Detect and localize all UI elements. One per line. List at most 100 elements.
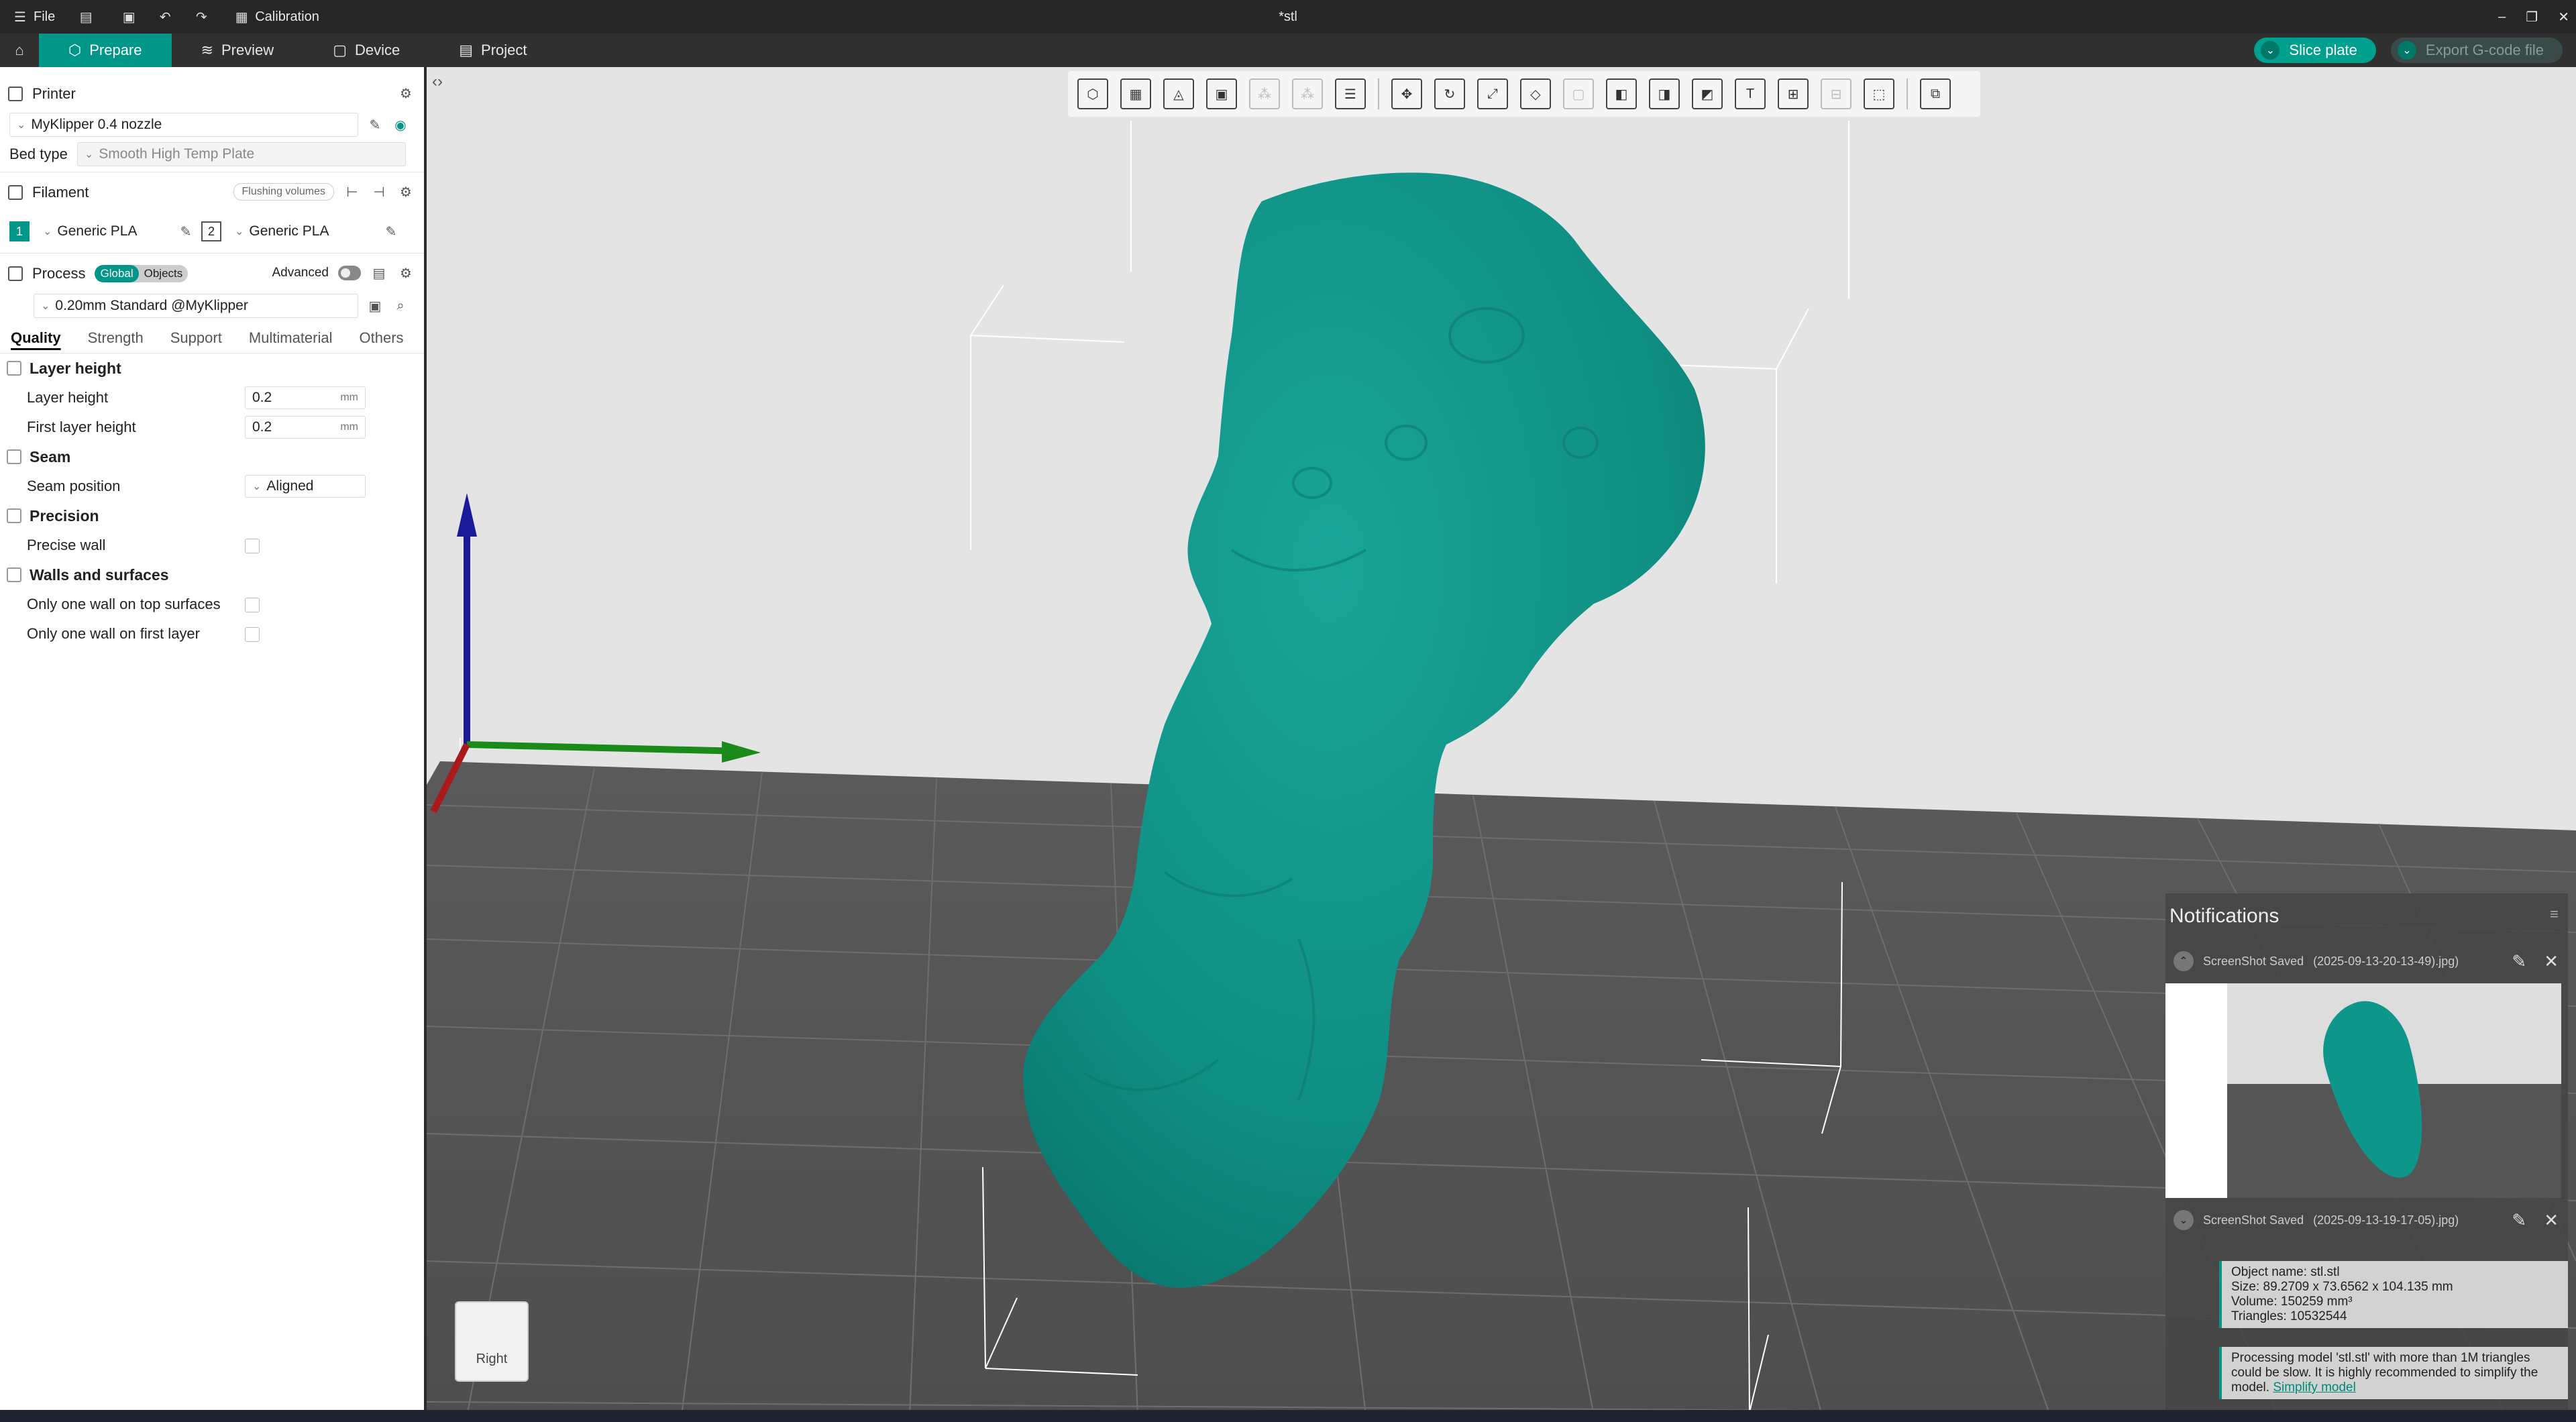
one-wall-top-checkbox[interactable] xyxy=(245,598,260,612)
menu-icon[interactable]: ≡ xyxy=(2550,906,2559,923)
toolbar-separator xyxy=(1378,78,1379,109)
save-button[interactable]: ▣ xyxy=(121,9,137,25)
seam-paint-icon[interactable]: ◩ xyxy=(1692,78,1723,109)
slice-plate-button[interactable]: ⌄ Slice plate xyxy=(2254,38,2376,63)
undo-button[interactable]: ↶ xyxy=(157,9,173,25)
edit-icon[interactable]: ✎ xyxy=(382,223,400,240)
split-parts-icon[interactable]: ⁂ xyxy=(1292,78,1323,109)
bounding-icon[interactable]: ⬚ xyxy=(1864,78,1894,109)
text-icon[interactable]: T xyxy=(1735,78,1766,109)
tab-preview[interactable]: ≋ Preview xyxy=(172,34,304,67)
split-objects-icon[interactable]: ⁂ xyxy=(1249,78,1280,109)
redo-button[interactable]: ↷ xyxy=(193,9,209,25)
tab-strength[interactable]: Strength xyxy=(88,329,144,347)
notification-item[interactable]: ⌄ ScreenShot Saved (2025-09-13-19-17-05)… xyxy=(2165,1198,2568,1242)
simplify-model-link[interactable]: Simplify model xyxy=(2273,1380,2356,1394)
copy-icon[interactable]: ▢ xyxy=(1563,78,1594,109)
tab-support[interactable]: Support xyxy=(170,329,222,347)
explode-icon[interactable]: ⧉ xyxy=(1920,78,1951,109)
assembly-icon[interactable]: ⊟ xyxy=(1821,78,1851,109)
export-gcode-label: Export G-code file xyxy=(2425,42,2544,58)
notification-item[interactable]: ⌃ ScreenShot Saved (2025-09-13-20-13-49)… xyxy=(2165,939,2568,983)
collapse-sidebar-icon[interactable]: ‹› xyxy=(432,72,443,91)
tab-prepare[interactable]: ⬡ Prepare xyxy=(39,34,172,67)
objects-option[interactable]: Objects xyxy=(139,265,189,282)
global-objects-toggle[interactable]: Global Objects xyxy=(95,265,189,282)
flushing-volumes-button[interactable]: Flushing volumes xyxy=(233,183,334,201)
add-filament-icon[interactable]: ⊢ xyxy=(343,183,361,201)
chevron-down-icon[interactable]: ⌄ xyxy=(2397,41,2416,60)
layers-icon[interactable]: ☰ xyxy=(1335,78,1366,109)
calibration-menu[interactable]: ▦ Calibration xyxy=(233,9,319,25)
edit-icon[interactable]: ✎ xyxy=(2512,951,2526,972)
measure-icon[interactable]: ⊞ xyxy=(1778,78,1809,109)
first-layer-height-input[interactable]: 0.2 mm xyxy=(245,416,366,439)
screenshot-thumbnail[interactable] xyxy=(2165,983,2561,1198)
cut-icon[interactable]: ◧ xyxy=(1606,78,1637,109)
filament-select-2[interactable]: ⌄ Generic PLA xyxy=(228,219,376,243)
undo-icon: ↶ xyxy=(159,9,171,25)
close-icon[interactable]: ✕ xyxy=(2544,1210,2559,1231)
global-option[interactable]: Global xyxy=(95,265,139,282)
support-paint-icon[interactable]: ◨ xyxy=(1649,78,1680,109)
chevron-down-icon[interactable]: ⌄ xyxy=(2174,1210,2194,1230)
arrange-icon[interactable]: ▣ xyxy=(1206,78,1237,109)
rotate-icon[interactable]: ↻ xyxy=(1434,78,1465,109)
compare-icon[interactable]: ▤ xyxy=(370,264,388,282)
edit-icon[interactable]: ✎ xyxy=(177,223,195,240)
edit-icon[interactable]: ✎ xyxy=(2512,1210,2526,1231)
view-cube[interactable]: Right xyxy=(455,1301,529,1382)
seam-position-row: Seam position ⌄ Aligned xyxy=(0,472,424,501)
export-gcode-button[interactable]: ⌄ Export G-code file xyxy=(2390,38,2563,63)
close-icon[interactable]: ✕ xyxy=(2544,951,2559,972)
notification-text: ScreenShot Saved xyxy=(2203,1213,2304,1227)
add-object-icon[interactable]: ⬡ xyxy=(1077,78,1108,109)
auto-orient-icon[interactable]: ◬ xyxy=(1163,78,1194,109)
tab-quality[interactable]: Quality xyxy=(11,329,61,347)
filament-slot-2[interactable]: 2 xyxy=(201,221,221,241)
object-info-notification: Object name: stl.stl Size: 89.2709 x 73.… xyxy=(2219,1261,2568,1328)
chevron-down-icon[interactable]: ⌄ xyxy=(2261,41,2280,60)
grid-icon[interactable]: ▦ xyxy=(1120,78,1151,109)
minimize-button[interactable]: – xyxy=(2498,9,2506,25)
file-menu[interactable]: ☰ File xyxy=(12,9,55,25)
layer-height-input[interactable]: 0.2 mm xyxy=(245,386,366,409)
chevron-down-icon: ⌄ xyxy=(17,119,26,131)
process-profile-select[interactable]: ⌄ 0.20mm Standard @MyKlipper xyxy=(34,294,358,318)
one-wall-top-label: Only one wall on top surfaces xyxy=(27,596,221,612)
settings-icon[interactable]: ⚙ xyxy=(397,264,415,282)
filament-slot-1[interactable]: 1 xyxy=(9,221,30,241)
seam-group-title: Seam xyxy=(30,447,71,466)
save-icon[interactable]: ▣ xyxy=(366,297,384,315)
tab-others[interactable]: Others xyxy=(360,329,404,347)
printer-select[interactable]: ⌄ MyKlipper 0.4 nozzle xyxy=(9,113,358,137)
maximize-button[interactable]: ❐ xyxy=(2526,9,2538,25)
settings-icon[interactable]: ⚙ xyxy=(397,85,415,102)
tab-project[interactable]: ▤ Project xyxy=(429,34,556,67)
search-icon[interactable]: ⌕ xyxy=(392,297,409,315)
precise-wall-checkbox[interactable] xyxy=(245,539,260,553)
lay-on-face-icon[interactable]: ◇ xyxy=(1520,78,1551,109)
tab-multimaterial[interactable]: Multimaterial xyxy=(249,329,333,347)
settings-icon[interactable]: ⚙ xyxy=(397,183,415,201)
edit-icon[interactable]: ✎ xyxy=(366,116,384,133)
filament-name-2: Generic PLA xyxy=(249,223,329,239)
advanced-switch[interactable] xyxy=(338,266,361,280)
remove-filament-icon[interactable]: ⊣ xyxy=(370,183,388,201)
move-icon[interactable]: ✥ xyxy=(1391,78,1422,109)
wifi-icon[interactable]: ◉ xyxy=(392,116,409,133)
notes-button[interactable]: ▤ xyxy=(78,9,94,25)
filament-select-1[interactable]: ⌄ Generic PLA xyxy=(36,219,170,243)
notification-text: ScreenShot Saved xyxy=(2203,954,2304,968)
home-button[interactable]: ⌂ xyxy=(0,34,39,67)
filament-row: 1 ⌄ Generic PLA ✎ 2 ⌄ Generic PLA ✎ xyxy=(0,207,424,249)
seam-group: Seam xyxy=(0,442,424,472)
tab-device[interactable]: ▢ Device xyxy=(303,34,429,67)
close-button[interactable]: ✕ xyxy=(2558,9,2569,25)
chevron-up-icon[interactable]: ⌃ xyxy=(2174,951,2194,971)
bed-type-select[interactable]: ⌄ Smooth High Temp Plate xyxy=(76,142,406,166)
one-wall-first-checkbox[interactable] xyxy=(245,627,260,642)
chevron-down-icon: ⌄ xyxy=(235,226,244,237)
seam-position-select[interactable]: ⌄ Aligned xyxy=(245,475,366,498)
scale-icon[interactable]: ⤢ xyxy=(1477,78,1508,109)
